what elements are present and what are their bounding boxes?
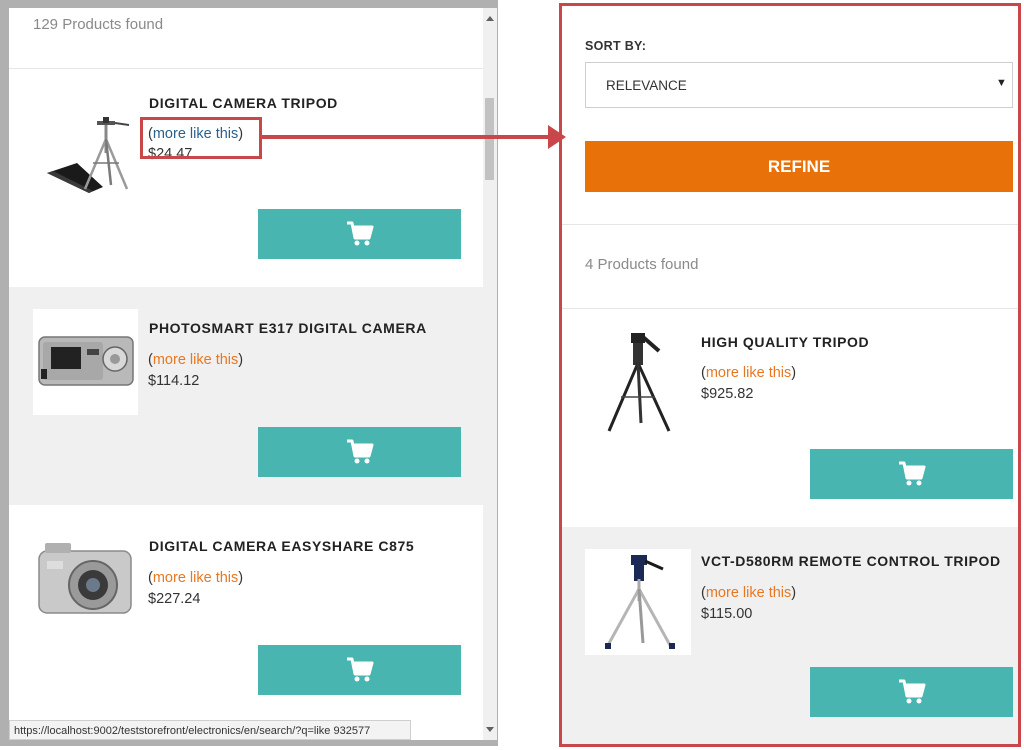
annotation-arrow-icon [262, 125, 566, 149]
